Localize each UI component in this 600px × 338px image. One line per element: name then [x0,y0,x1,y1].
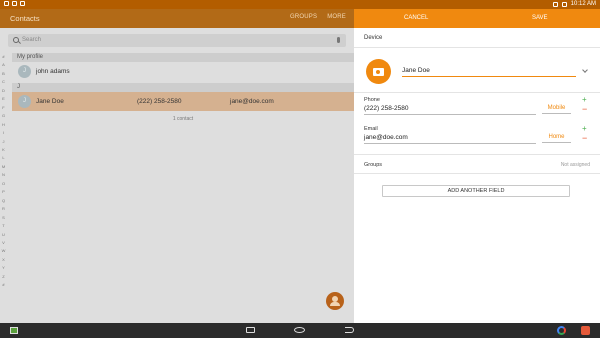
editor-action-bar: CANCEL SAVE [354,9,600,28]
divider [354,154,600,155]
alphabet-index-letter[interactable]: Z [0,273,7,281]
mic-icon[interactable] [337,37,340,43]
home-icon[interactable] [294,327,305,333]
section-header-my-profile: My profile [12,53,354,62]
section-header-j: J [12,83,354,92]
alphabet-index-letter[interactable]: F [0,104,7,112]
avatar: J [18,95,31,108]
divider [354,92,600,93]
notification-icon [20,1,25,6]
cancel-button[interactable]: CANCEL [404,15,428,21]
alphabet-index-letter[interactable]: H [0,121,7,129]
recent-apps-icon[interactable] [246,327,255,333]
name-field[interactable]: Jane Doe [402,67,576,77]
divider [354,47,600,48]
groups-value[interactable]: Not assigned [540,162,590,168]
chevron-down-icon[interactable] [582,67,588,73]
contacts-app-bar: Contacts GROUPS MORE [0,9,354,28]
notification-icon [4,1,9,6]
phone-type-dropdown[interactable]: Mobile [542,105,571,114]
search-bar[interactable]: Search [8,34,346,47]
add-contact-icon [330,296,340,306]
alphabet-index-letter[interactable]: R [0,205,7,213]
google-icon[interactable] [557,326,566,335]
alphabet-index-letter[interactable]: D [0,87,7,95]
remove-phone-button[interactable]: − [582,105,587,114]
contact-phone: (222) 258-2580 [137,98,182,105]
phone-label: Phone [364,97,380,103]
alphabet-index-letter[interactable]: X [0,256,7,264]
alphabet-index-letter[interactable]: Q [0,197,7,205]
alphabet-index-letter[interactable]: A [0,61,7,69]
alphabet-index-letter[interactable]: B [0,70,7,78]
search-placeholder: Search [22,37,42,43]
save-button[interactable]: SAVE [532,15,548,21]
avatar: J [18,65,31,78]
alphabet-index-letter[interactable]: M [0,163,7,171]
alphabet-index-letter[interactable]: T [0,222,7,230]
more-button[interactable]: MORE [327,14,346,20]
wifi-icon [552,1,558,7]
status-bar: 10:12 AM [0,0,600,9]
clock: 10:12 AM [570,1,596,7]
email-label: Email [364,126,378,132]
battery-icon [561,1,567,7]
alphabet-index-letter[interactable]: E [0,95,7,103]
account-label[interactable]: Device [364,35,382,41]
contact-editor: CANCEL SAVE Device Jane Doe Phone (222) … [354,9,600,323]
phone-field[interactable]: (222) 258-2580 [364,105,536,115]
app-title: Contacts [10,14,40,23]
contact-row[interactable]: J Jane Doe (222) 258-2580 jane@doe.com [12,92,354,111]
alphabet-index-letter[interactable]: U [0,231,7,239]
alphabet-index[interactable]: # A B C D E F G H I J K L M N O P Q R S T U V W X Y Z # [0,53,7,323]
email-field[interactable]: jane@doe.com [364,134,536,144]
remove-email-button[interactable]: − [582,134,587,143]
contacts-pane: Contacts GROUPS MORE Search # A B C D E F G H I J K… [0,9,354,323]
email-type-dropdown[interactable]: Home [542,134,571,143]
alphabet-index-letter[interactable]: Y [0,264,7,272]
groups-button[interactable]: GROUPS [290,14,317,20]
alphabet-index-letter[interactable]: O [0,180,7,188]
alphabet-index-letter[interactable]: G [0,112,7,120]
add-contact-button[interactable] [326,292,344,310]
add-email-button[interactable]: + [582,125,587,133]
alphabet-index-letter[interactable]: I [0,129,7,137]
camera-icon [373,68,384,76]
alphabet-index-letter[interactable]: N [0,171,7,179]
alphabet-index-letter[interactable]: J [0,138,7,146]
navigation-bar [0,323,600,338]
gallery-icon[interactable] [10,327,18,334]
contact-name: john adams [36,68,70,75]
notification-icon [12,1,17,6]
contact-name: Jane Doe [36,98,64,105]
search-icon [13,37,19,43]
alphabet-index-letter[interactable]: V [0,239,7,247]
alphabet-index-letter[interactable]: K [0,146,7,154]
alphabet-index-letter[interactable]: # [0,281,7,289]
alphabet-index-letter[interactable]: C [0,78,7,86]
alphabet-index-letter[interactable]: L [0,154,7,162]
contact-email: jane@doe.com [230,98,274,105]
app-shortcut-icon[interactable] [581,326,590,335]
add-phone-button[interactable]: + [582,96,587,104]
groups-label[interactable]: Groups [364,162,382,168]
alphabet-index-letter[interactable]: W [0,247,7,255]
add-another-field-button[interactable]: ADD ANOTHER FIELD [382,185,570,197]
divider [354,173,600,174]
contact-count: 1 contact [172,116,194,122]
profile-row[interactable]: J john adams [12,62,354,81]
photo-button[interactable] [366,59,391,84]
alphabet-index-letter[interactable]: # [0,53,7,61]
back-icon[interactable] [345,327,354,333]
alphabet-index-letter[interactable]: S [0,214,7,222]
alphabet-index-letter[interactable]: P [0,188,7,196]
